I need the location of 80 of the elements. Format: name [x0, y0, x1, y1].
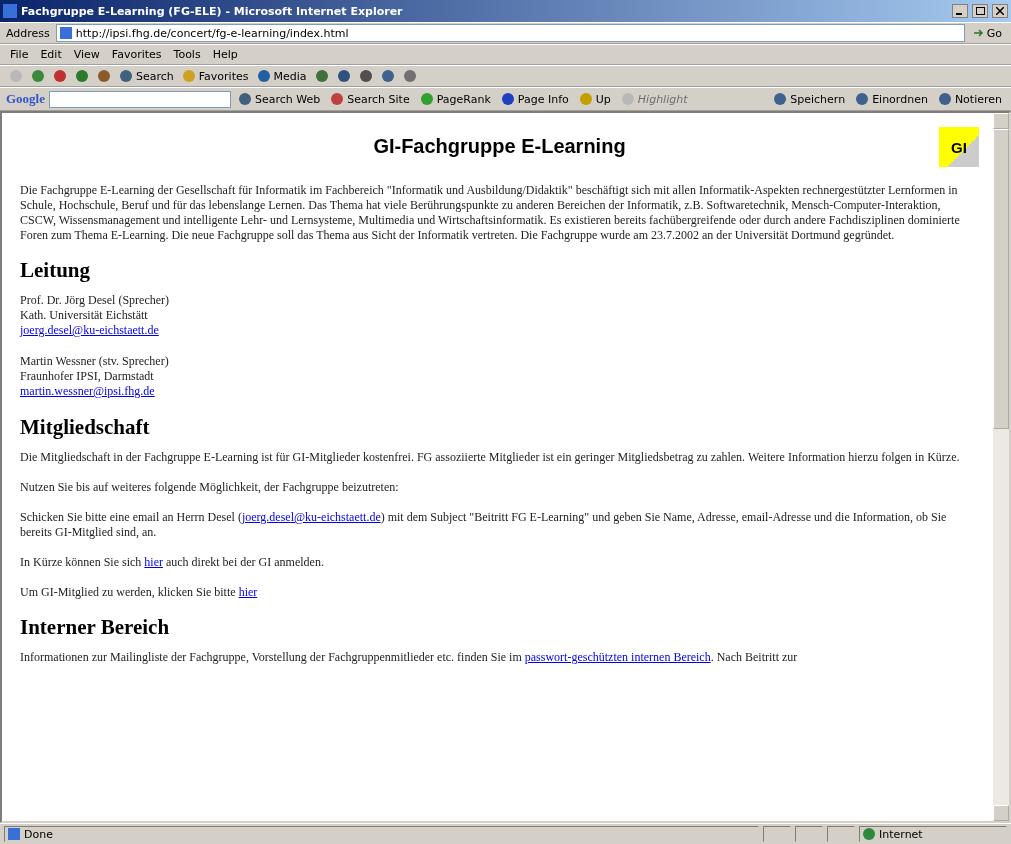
status-text: Done — [24, 827, 53, 841]
toolbar-icon — [31, 69, 45, 83]
close-icon — [996, 7, 1004, 15]
toolbar-button[interactable]: Speichern — [770, 90, 849, 108]
window-title: Fachgruppe E-Learning (FG-ELE) - Microsoft Internet Explorer — [21, 4, 404, 18]
toolbar-icon — [937, 92, 952, 106]
menu-item[interactable]: Help — [208, 48, 242, 61]
toolbar-icon — [578, 92, 593, 106]
toolbar-icon — [256, 69, 271, 83]
scrollbar-thumb[interactable] — [993, 129, 1009, 429]
minimize-button[interactable] — [952, 4, 968, 18]
paragraph: Die Mitgliedschaft in der Fachgruppe E-Learning ist für GI-Mitglieder kostenfrei. FG assoziierte Mitglieder ist ein geringer Mitgliedsbetrag zu zahlen. Weitere Information hierzu folgen in Kürze. — [20, 450, 961, 465]
page-icon — [8, 828, 20, 840]
toolbar-icon — [500, 92, 515, 106]
search-field[interactable] — [49, 90, 231, 108]
scroll-up-button[interactable] — [993, 113, 1009, 129]
paragraph: In Kürze können Sie sich hier auch direkt bei der GI anmelden. — [20, 555, 325, 570]
toolbar-icon — [336, 69, 351, 83]
toolbar-icon — [773, 92, 788, 106]
toolbar-icon — [855, 92, 870, 106]
maximize-button[interactable] — [972, 4, 988, 18]
toolbar-icon — [330, 92, 345, 106]
toolbar-icon — [620, 92, 635, 106]
toolbar-icon — [419, 92, 434, 106]
zone-text: Internet — [879, 827, 923, 841]
scroll-down-button[interactable] — [993, 805, 1009, 821]
section-heading: Interner Bereich — [20, 615, 171, 640]
contact-line: Kath. Universität Eichstätt — [20, 308, 148, 323]
toolbar-button[interactable]: Page Info — [497, 90, 572, 108]
menu-item[interactable]: Edit — [36, 48, 66, 61]
toolbar-icon — [97, 69, 111, 83]
menu-item[interactable]: Favorites — [107, 48, 166, 61]
section-heading: Mitgliedschaft — [20, 415, 151, 440]
toolbar-icon — [9, 69, 23, 83]
contact-line: Martin Wessner (stv. Sprecher) — [20, 354, 169, 369]
paragraph: Schicken Sie bitte eine email an Herrn Desel (joerg.desel@ku-eichstaett.de) mit dem Subject "Beitritt FG E-Learning" und geben Sie Name, Adresse, email-Adresse und die Information, ob Sie bereits GI-Mitglied sind, an. — [20, 510, 948, 540]
text-link[interactable]: joerg.desel@ku-eichstaett.de — [241, 510, 381, 524]
google-logo: Google — [6, 91, 45, 107]
toolbar-icon — [402, 69, 417, 83]
toolbar-button[interactable]: Notieren — [934, 90, 1005, 108]
menu-item[interactable]: Tools — [169, 48, 205, 61]
page-icon — [59, 27, 72, 39]
toolbar-icon — [314, 69, 329, 83]
contact-line: Fraunhofer IPSI, Darmstadt — [20, 369, 154, 384]
toolbar-button[interactable]: Favorites — [178, 67, 252, 85]
page-title: GI-Fachgruppe E-Learning — [373, 135, 626, 158]
toolbar-button[interactable]: Search Web — [235, 90, 324, 108]
text-link[interactable]: hier — [144, 555, 163, 569]
arrow-icon — [973, 28, 984, 38]
address-field[interactable]: http://ipsi.fhg.de/concert/fg-e-learning/index.html — [55, 24, 965, 42]
toolbar-icon — [53, 69, 67, 83]
close-button[interactable] — [992, 4, 1008, 18]
toolbar-icon — [75, 69, 89, 83]
toolbar-button[interactable]: Search Site — [327, 90, 413, 108]
contact-line: Prof. Dr. Jörg Desel (Sprecher) — [20, 293, 170, 308]
text-link[interactable]: passwort-geschützten internen Bereich — [524, 650, 711, 664]
paragraph: Nutzen Sie bis auf weiteres folgende Möglichkeit, der Fachgruppe beizutreten: — [20, 480, 400, 495]
text-link[interactable]: hier — [238, 585, 258, 599]
toolbar-button[interactable]: Search — [116, 67, 177, 85]
email-link[interactable]: martin.wessner@ipsi.fhg.de — [20, 384, 155, 399]
toolbar-icon — [358, 69, 373, 83]
globe-icon — [863, 828, 875, 840]
toolbar-icon — [380, 69, 395, 83]
paragraph: Um GI-Mitglied zu werden, klicken Sie bitte hier — [20, 585, 259, 600]
toolbar-button[interactable]: Up — [575, 90, 614, 108]
maximize-icon — [975, 7, 985, 15]
go-button[interactable]: Go — [970, 24, 1005, 42]
section-heading: Leitung — [20, 258, 91, 283]
logo: GI — [939, 127, 979, 167]
browser-icon — [3, 4, 17, 18]
email-link[interactable]: joerg.desel@ku-eichstaett.de — [20, 323, 159, 338]
toolbar-button[interactable]: PageRank — [416, 90, 494, 108]
menu-item[interactable]: View — [69, 48, 104, 61]
address-label: Address — [6, 26, 50, 40]
paragraph: Die Fachgruppe E-Learning der Gesellschaft für Informatik im Fachbereich "Informatik und Ausbildung/Didaktik" beschäftigt sich mit allen Informatik-Aspekten rechnergestützter Lernformen in Schule, Hochschule, Beruf und für das lebenslange Lernen. Das Thema hat viele Berührungspunkte zu anderen Bereichen der Informatik, z.B. Softwaretechnik, Mensch-Computer-Interaktion, CSCW, Wissensmanagement und intelligente Lehr- und Lernsysteme, Multimedia und Wirtschaftsinformatik. Es existieren bereits fachübergreifende oder durch andere Fachdisziplinen dominierte Foren zum Thema E-Learning. Die neue Fachgruppe soll das Thema aus Sicht der Informatik vertreten. Die Fachgruppe wurde am 23.7.2002 an der Universität Dortmund gegründet. — [20, 183, 961, 243]
toolbar-button[interactable]: Einordnen — [852, 90, 931, 108]
toolbar-button[interactable]: Media — [253, 67, 310, 85]
menu-item[interactable]: File — [6, 48, 33, 61]
toolbar-icon — [181, 69, 196, 83]
paragraph: Informationen zur Mailingliste der Fachgruppe, Vorstellung der Fachgruppenmitlieder etc. finden Sie im passwort-geschützten internen Bereich. Nach Beitritt zur — [20, 650, 799, 665]
